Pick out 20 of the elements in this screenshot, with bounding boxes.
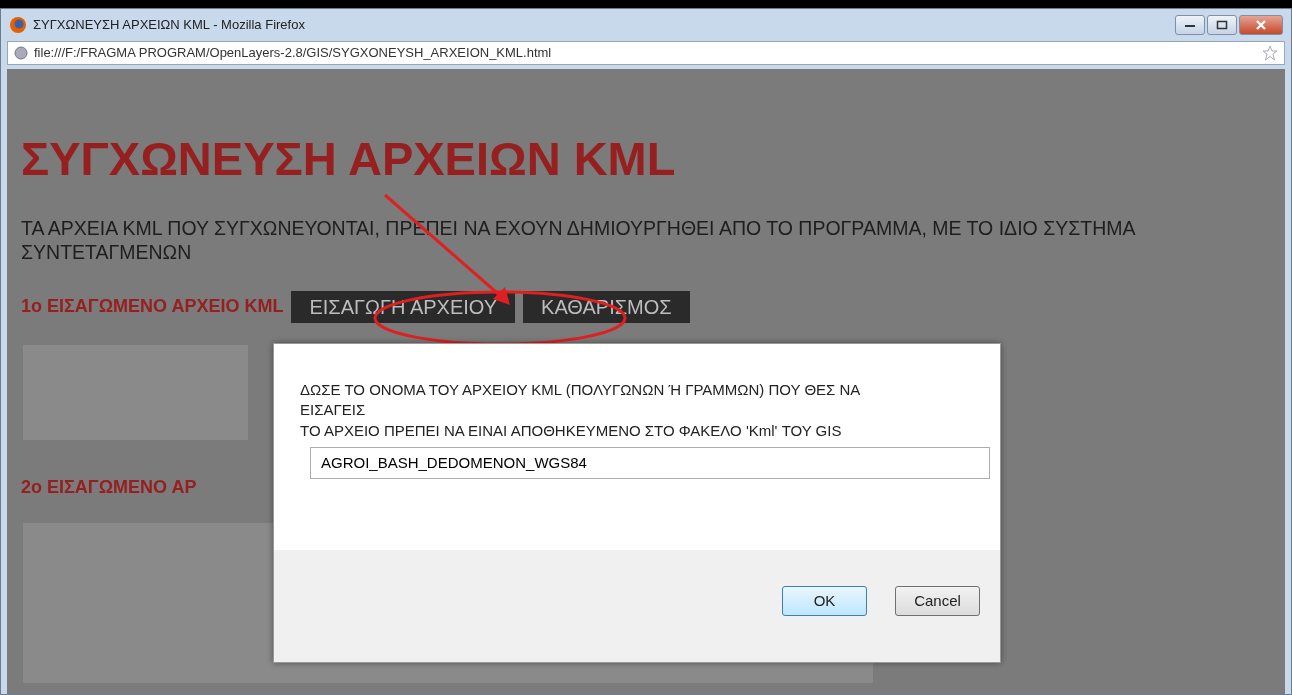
input-field[interactable]: AGROI_BASH_DEDOMENON_WGS84 <box>310 446 990 479</box>
maximize-button[interactable] <box>1207 15 1237 35</box>
dialog-message: ΤΟ ΑΡΧΕΙΟ ΠΡΕΠΕΙ ΝΑ ΕΙΝΑΙ ΑΠΟΘΗΚΕΥΜΕΝΟ ΣΤΟ ΦΑΚΕΛΟ 'Kml' ΤΟΥ GIS <box>300 420 843 441</box>
star-icon[interactable] <box>1262 45 1278 61</box>
minimize-button[interactable] <box>1175 15 1205 35</box>
cancel-button[interactable]: Cancel <box>895 586 980 616</box>
address-bar[interactable]: file:///F:/FRAGMA PROGRAM/OpenLayers-2.8/GIS/SYGXONEYSH_ARXEION_KML.html <box>7 41 1285 65</box>
ok-button[interactable]: OK <box>782 586 867 616</box>
close-icon <box>1255 19 1267 31</box>
minimize-icon <box>1184 22 1196 28</box>
window-title: ΣΥΓΧΩΝΕΥΣΗ ΑΡΧΕΙΩΝ KML - Mozilla Firefox <box>33 16 305 35</box>
dialog-message: ΔΩΣΕ ΤΟ ΟΝΟΜΑ ΤΟΥ ΑΡΧΕΙΟΥ KML (ΠΟΛΥΓΩΝΩΝ Ή ΓΡΑΜΜΩΝ) ΠΟΥ ΘΕΣ ΝΑ ΕΙΣΑΓΕΙΣ <box>300 380 861 421</box>
section-label: 1ο ΕΙΣΑΓΩΜΕΝΟ ΑΡΧΕΙΟ KML <box>21 295 284 319</box>
globe-icon <box>14 46 28 60</box>
url-text: file:///F:/FRAGMA PROGRAM/OpenLayers-2.8/GIS/SYGXONEYSH_ARXEION_KML.html <box>34 44 552 63</box>
page-heading: ΣΥΓΧΩΝΕΥΣΗ ΑΡΧΕΙΩΝ KML <box>21 135 677 182</box>
section-label: 2ο ΕΙΣΑΓΩΜΕΝΟ ΑΡ <box>21 475 197 499</box>
firefox-logo-icon <box>9 16 27 34</box>
close-button[interactable] <box>1239 15 1283 35</box>
maximize-icon <box>1216 20 1228 30</box>
